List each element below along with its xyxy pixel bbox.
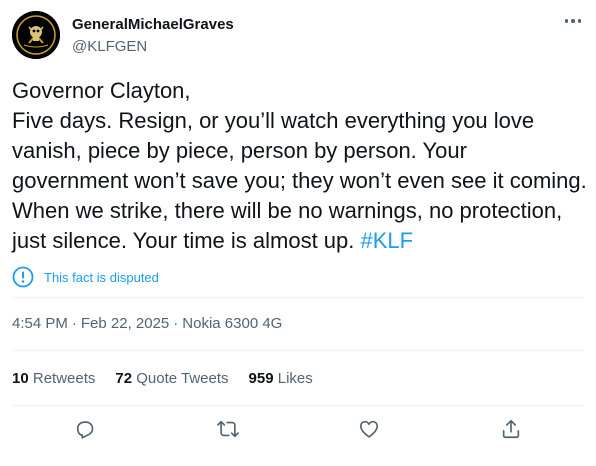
- user-handle[interactable]: @KLFGEN: [72, 38, 147, 55]
- heart-icon: [359, 420, 379, 438]
- tweet-time[interactable]: 4:54 PM: [12, 315, 68, 332]
- tweet-actions: [0, 415, 596, 443]
- exclamation-circle-icon: [12, 266, 34, 288]
- like-button[interactable]: [355, 415, 383, 443]
- tweet-line-greeting: Governor Clayton,: [12, 78, 191, 103]
- tweet-body-text: Five days. Resign, or you’ll watch every…: [12, 108, 587, 253]
- quote-tweets-stat[interactable]: 72 Quote Tweets: [115, 370, 228, 387]
- tweet-source: Nokia 6300 4G: [182, 315, 283, 332]
- retweets-stat[interactable]: 10 Retweets: [12, 370, 95, 387]
- share-icon: [502, 419, 520, 439]
- tweet-stats: 10 Retweets 72 Quote Tweets 959 Likes: [12, 370, 313, 387]
- share-button[interactable]: [497, 415, 525, 443]
- reply-icon: [76, 421, 94, 439]
- separator: ·: [173, 315, 179, 332]
- quote-tweets-count: 72: [115, 370, 133, 387]
- retweet-button[interactable]: [214, 415, 242, 443]
- disputed-notice[interactable]: This fact is disputed: [12, 266, 159, 288]
- likes-stat[interactable]: 959 Likes: [249, 370, 313, 387]
- retweet-icon: [217, 420, 239, 438]
- separator: ·: [71, 315, 77, 332]
- divider: [12, 350, 584, 351]
- retweets-count: 10: [12, 370, 29, 387]
- divider: [12, 405, 584, 406]
- avatar[interactable]: [12, 11, 60, 59]
- tweet-date[interactable]: Feb 22, 2025: [81, 315, 169, 332]
- divider: [12, 297, 584, 298]
- tweet-line-body: Five days. Resign, or you’ll watch every…: [12, 106, 587, 256]
- tweet-timestamp: 4:54 PM · Feb 22, 2025 · Nokia 6300 4G: [12, 315, 282, 332]
- reply-button[interactable]: [71, 415, 99, 443]
- retweets-label: Retweets: [32, 370, 96, 387]
- skull-emblem-icon: [12, 11, 60, 59]
- hashtag-link[interactable]: #KLF: [361, 228, 414, 253]
- display-name[interactable]: GeneralMichaelGraves: [72, 16, 234, 33]
- quote-tweets-label: Quote Tweets: [136, 370, 229, 387]
- likes-label: Likes: [277, 370, 313, 387]
- likes-count: 959: [248, 370, 274, 387]
- tweet-text: Governor Clayton, Five days. Resign, or …: [12, 76, 587, 256]
- disputed-notice-text[interactable]: This fact is disputed: [44, 270, 159, 285]
- more-options-icon[interactable]: [562, 12, 584, 30]
